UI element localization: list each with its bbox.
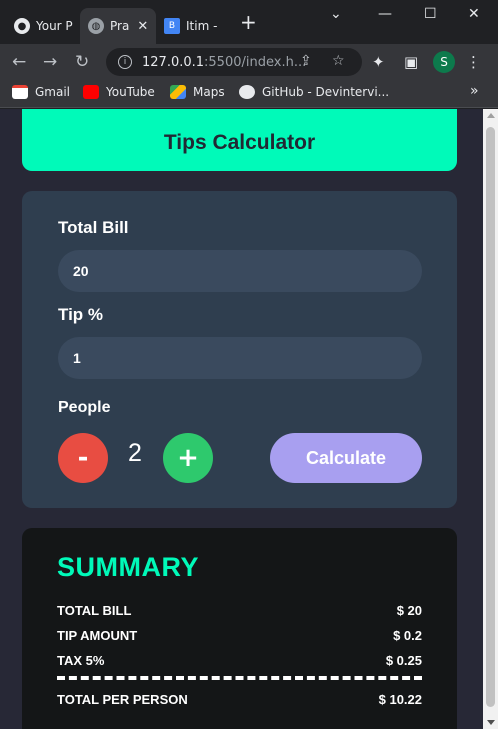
- increase-people-button[interactable]: +: [163, 433, 213, 483]
- bookmarks-bar: Gmail YouTube Maps GitHub - Devintervi..…: [0, 80, 498, 108]
- minimize-icon[interactable]: —: [378, 6, 392, 22]
- tab-label: Pra: [110, 19, 130, 33]
- more-bookmarks-icon[interactable]: »: [470, 83, 479, 99]
- tab-strip: ● Your P ◍ Pra ✕ B Itim - + ⌄ — ☐ ✕: [0, 0, 498, 44]
- total-bill-input[interactable]: 20: [58, 250, 422, 292]
- page-viewport: Tips Calculator Total Bill 20 Tip % 1 Pe…: [0, 109, 483, 729]
- row-label: TOTAL BILL: [57, 603, 132, 618]
- bookmark-label: GitHub - Devintervi...: [262, 85, 390, 99]
- forward-icon[interactable]: →: [43, 52, 57, 72]
- scrollbar-thumb[interactable]: [486, 127, 495, 707]
- bookmark-label: YouTube: [106, 85, 155, 99]
- summary-divider: [57, 676, 422, 680]
- bookmark-star-icon[interactable]: ☆: [332, 53, 345, 69]
- row-value: $ 20: [396, 603, 422, 618]
- reload-icon[interactable]: ↻: [75, 52, 89, 72]
- people-count: 2: [128, 439, 142, 467]
- tab-search-icon[interactable]: ⌄: [330, 6, 342, 22]
- bookmark-gmail[interactable]: Gmail: [12, 85, 70, 99]
- summary-row-total-bill: TOTAL BILL $ 20: [57, 603, 422, 618]
- globe-icon: ◍: [88, 18, 104, 34]
- tab-github[interactable]: ● Your P: [6, 8, 80, 44]
- menu-icon[interactable]: ⋮: [466, 53, 481, 71]
- bookmark-youtube[interactable]: YouTube: [83, 85, 155, 99]
- tip-label: Tip %: [58, 305, 104, 324]
- address-path: :5500/index.h...: [204, 54, 307, 70]
- tab-active[interactable]: ◍ Pra ✕: [80, 8, 156, 44]
- github-icon: [239, 85, 255, 99]
- row-value: $ 0.2: [393, 628, 422, 643]
- bookmark-maps[interactable]: Maps: [170, 85, 225, 99]
- site-info-icon[interactable]: i: [118, 55, 132, 69]
- summary-row-tip: TIP AMOUNT $ 0.2: [57, 628, 422, 643]
- gmail-icon: [12, 85, 28, 99]
- address-bar[interactable]: i 127.0.0.1:5500/index.h... ⇪ ☆: [106, 48, 362, 76]
- share-icon[interactable]: ⇪: [300, 53, 312, 69]
- bookmark-label: Maps: [193, 85, 225, 99]
- maps-icon: [170, 85, 186, 99]
- calculator-form: Total Bill 20 Tip % 1 People - 2 + Calcu…: [22, 191, 457, 508]
- calculate-button[interactable]: Calculate: [270, 433, 422, 483]
- youtube-icon: [83, 85, 99, 99]
- row-label: TIP AMOUNT: [57, 628, 138, 643]
- row-label: TOTAL PER PERSON: [57, 692, 188, 707]
- tab-label: Itim -: [186, 19, 218, 33]
- extensions-icon[interactable]: ✦: [372, 53, 385, 71]
- page-title: Tips Calculator: [163, 131, 316, 154]
- summary-title: SUMMARY: [57, 552, 199, 582]
- address-host: 127.0.0.1: [142, 54, 205, 70]
- row-label: TAX 5%: [57, 653, 105, 668]
- close-tab-icon[interactable]: ✕: [137, 19, 148, 34]
- tip-input[interactable]: 1: [58, 337, 422, 379]
- side-panel-icon[interactable]: ▣: [404, 53, 418, 71]
- browser-toolbar: ← → ↻ i 127.0.0.1:5500/index.h... ⇪ ☆ ✦ …: [0, 44, 498, 80]
- row-value: $ 0.25: [385, 653, 422, 668]
- profile-avatar[interactable]: S: [433, 51, 455, 73]
- summary-row-tax: TAX 5% $ 0.25: [57, 653, 422, 668]
- font-site-icon: B: [164, 18, 180, 34]
- scroll-up-icon[interactable]: [487, 113, 495, 118]
- new-tab-button[interactable]: +: [240, 12, 257, 32]
- back-icon[interactable]: ←: [12, 52, 26, 72]
- decrease-people-button[interactable]: -: [58, 433, 108, 483]
- scroll-down-icon[interactable]: [487, 720, 495, 725]
- summary-row-per-person: TOTAL PER PERSON $ 10.22: [57, 692, 422, 707]
- row-value: $ 10.22: [378, 692, 422, 707]
- header-banner: Tips Calculator: [22, 109, 457, 171]
- bookmark-label: Gmail: [35, 85, 71, 99]
- tab-label: Your P: [36, 19, 73, 33]
- bookmark-github[interactable]: GitHub - Devintervi...: [239, 85, 389, 99]
- page-scrollbar[interactable]: [483, 109, 498, 729]
- maximize-icon[interactable]: ☐: [424, 6, 437, 22]
- close-window-icon[interactable]: ✕: [468, 6, 480, 22]
- github-icon: ●: [14, 18, 30, 34]
- tab-itim[interactable]: B Itim -: [156, 8, 234, 44]
- summary-panel: SUMMARY TOTAL BILL $ 20 TIP AMOUNT $ 0.2…: [22, 528, 457, 729]
- people-label: People: [58, 399, 111, 416]
- total-bill-label: Total Bill: [58, 218, 129, 237]
